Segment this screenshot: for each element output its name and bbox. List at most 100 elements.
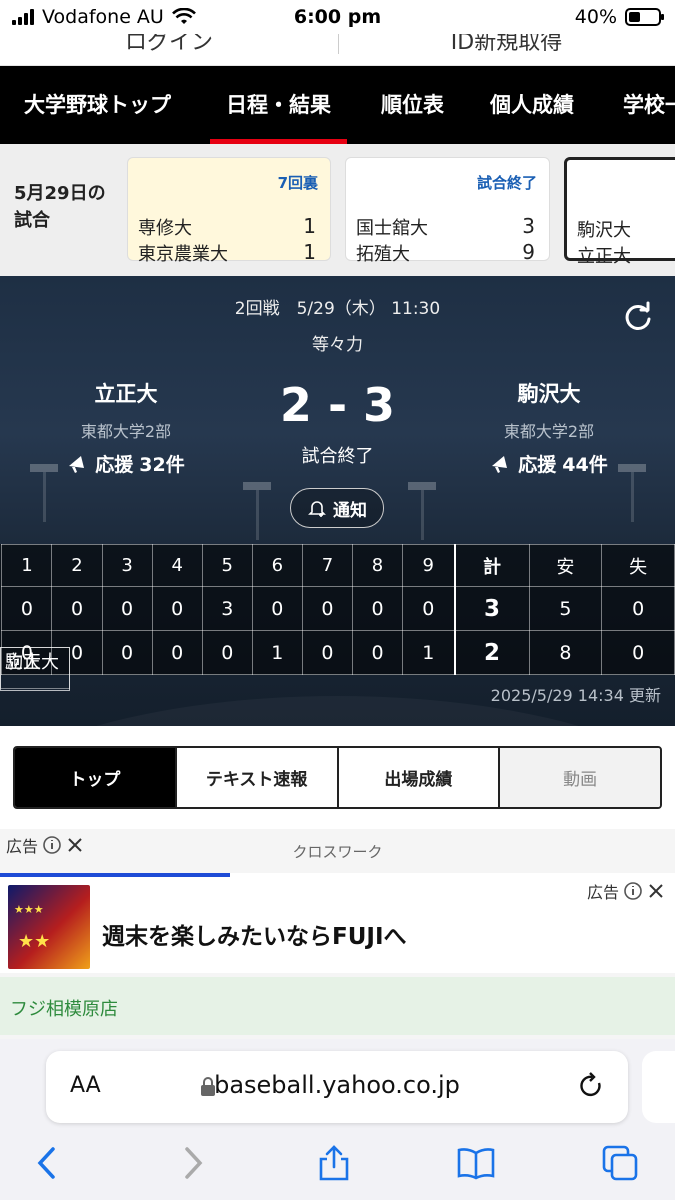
inning-cell: 0 <box>351 630 404 675</box>
nav-tab-standings[interactable]: 順位表 <box>381 66 444 144</box>
ad-label-text: 広告 <box>586 883 619 902</box>
games-strip: 5月29日の 試合 7回裏 専修大 1 東京農業大 1 試合終了 国士舘大 3 拓殖大… <box>0 144 675 276</box>
status-bar: Vodafone AU 6:00 pm 40% <box>0 0 675 34</box>
tab-video: 動画 <box>500 748 660 807</box>
ad-banner[interactable]: ★★★ ★★ 週末を楽しみたいならFUJIへ 広告 <box>0 873 675 973</box>
stadium-light-pole <box>43 472 46 522</box>
total-cell: 2 <box>453 630 530 675</box>
url-text: baseball.yahoo.co.jp <box>214 1071 460 1099</box>
header-cell: 失 <box>601 544 675 587</box>
nav-tab-schools[interactable]: 学校一 <box>623 66 675 144</box>
inning-cell: 0 <box>301 586 353 631</box>
inning-cell: 3 <box>201 586 253 631</box>
linescore-row: 立正大 0 0 0 0 0 1 0 0 1 2 8 0 <box>0 630 675 691</box>
team-name: 東京農業大 <box>138 244 228 265</box>
login-link[interactable]: ログイン <box>0 34 338 56</box>
header-cell: 5 <box>201 544 253 587</box>
venue: 等々力 <box>312 335 363 355</box>
game-status: 7回裏 <box>277 174 318 192</box>
header-cell: 安 <box>528 544 603 587</box>
refresh-icon[interactable] <box>621 300 655 334</box>
back-icon[interactable] <box>28 1143 68 1183</box>
header-cell: 9 <box>402 544 456 587</box>
next-tab-preview[interactable] <box>642 1051 675 1123</box>
errors-cell: 0 <box>601 586 675 631</box>
clock: 6:00 pm <box>293 6 382 28</box>
inning-cell: 0 <box>351 586 404 631</box>
inning-cell: 0 <box>301 630 353 675</box>
header-cell: 1 <box>1 544 53 587</box>
bell-plus-icon <box>308 501 326 517</box>
close-icon[interactable] <box>647 882 665 900</box>
bookmarks-icon[interactable] <box>456 1143 496 1183</box>
megaphone-icon <box>492 455 508 473</box>
share-icon[interactable] <box>314 1143 354 1183</box>
inning-cell: 1 <box>251 630 303 675</box>
tab-text-live[interactable]: テキスト速報 <box>176 748 339 807</box>
inning-cell: 0 <box>151 586 203 631</box>
header-cell: 計 <box>453 544 530 587</box>
inning-cell: 0 <box>51 586 103 631</box>
ad-progress-bar <box>0 873 230 877</box>
game-card-selected[interactable]: 駒沢大 立正大 <box>564 157 675 267</box>
team-name: 国士舘大 <box>356 218 428 239</box>
tab-top[interactable]: トップ <box>15 748 177 807</box>
inning-cell: 0 <box>402 586 456 631</box>
team-score: 1 <box>303 240 316 264</box>
away-team-league: 東都大学2部 <box>503 422 595 441</box>
nav-tab-top[interactable]: 大学野球トップ <box>24 66 171 144</box>
battery-percent: 40% <box>574 6 617 28</box>
game-sub-tabs: トップ テキスト速報 出場成績 動画 <box>13 746 662 809</box>
team-score: 1 <box>303 214 316 238</box>
notify-button[interactable]: 通知 <box>290 488 384 528</box>
inning-cell: 0 <box>101 630 153 675</box>
stadium-light-pole <box>256 490 259 540</box>
game-card[interactable]: 試合終了 国士舘大 3 拓殖大 9 <box>345 157 550 265</box>
cheer-count: 44件 <box>562 454 608 476</box>
info-icon[interactable] <box>623 881 643 901</box>
ad-footer[interactable]: フジ相模原店 <box>0 977 675 1035</box>
team-name: 拓殖大 <box>356 244 410 265</box>
address-bar[interactable]: AA baseball.yahoo.co.jp <box>46 1051 628 1123</box>
ad-area: 広告 クロスワーク ★★★ ★★ 週末を楽しみたいならFUJIへ 広告 フジ相模… <box>0 829 675 1039</box>
cheer-label: 応援 <box>518 454 557 476</box>
away-cheer[interactable]: 応援 44件 <box>439 450 659 477</box>
header-cell: 7 <box>301 544 353 587</box>
tab-player-stats[interactable]: 出場成績 <box>338 748 501 807</box>
inning-cell: 0 <box>151 630 203 675</box>
inning-cell: 0 <box>101 586 153 631</box>
header-cell: 6 <box>251 544 303 587</box>
ad-advertiser: フジ相模原店 <box>10 999 118 1020</box>
nav-tab-schedule[interactable]: 日程・結果 <box>210 66 347 144</box>
inning-cell: 1 <box>402 630 456 675</box>
row-team: 立正大 <box>0 646 70 691</box>
battery-icon <box>625 8 664 26</box>
game-card[interactable]: 7回裏 専修大 1 東京農業大 1 <box>127 157 331 265</box>
header-cell: 3 <box>101 544 153 587</box>
stadium-light <box>408 482 436 490</box>
updated-timestamp: 2025/5/29 14:34 更新 <box>490 686 661 705</box>
reload-icon[interactable] <box>576 1071 606 1101</box>
total-cell: 3 <box>453 586 530 631</box>
ad-image[interactable]: ★★★ ★★ <box>8 885 90 969</box>
away-team[interactable]: 駒沢大 東都大学2部 応援 44件 <box>439 378 659 477</box>
linescore-header: 1 2 3 4 5 6 7 8 9 計 安 失 <box>0 544 675 689</box>
date-label-line2: 試合 <box>14 210 50 231</box>
register-link[interactable]: ID新規取得 <box>338 34 675 56</box>
away-team-name: 駒沢大 <box>517 382 581 406</box>
ad-label: 広告 <box>587 879 665 903</box>
linescore-table: 1 2 3 4 5 6 7 8 9 計 安 失 駒大 0 0 0 0 3 0 0… <box>0 544 675 691</box>
hits-cell: 8 <box>528 630 603 675</box>
team-score: 3 <box>522 214 535 238</box>
header-cell: 8 <box>351 544 404 587</box>
tabs-icon[interactable] <box>600 1143 640 1183</box>
errors-cell: 0 <box>601 630 675 675</box>
inning-cell: 0 <box>1 586 53 631</box>
nav-tab-stats[interactable]: 個人成績 <box>490 66 574 144</box>
ad-title[interactable]: 週末を楽しみたいならFUJIへ <box>102 917 407 951</box>
date-label-line1: 5月29日の <box>14 183 106 204</box>
stadium-light <box>243 482 271 490</box>
browser-toolbar: AA baseball.yahoo.co.jp <box>0 1039 675 1200</box>
round-info: 2回戦 5/29（木） 11:30 <box>234 299 441 319</box>
ad-source: クロスワーク <box>292 843 383 861</box>
